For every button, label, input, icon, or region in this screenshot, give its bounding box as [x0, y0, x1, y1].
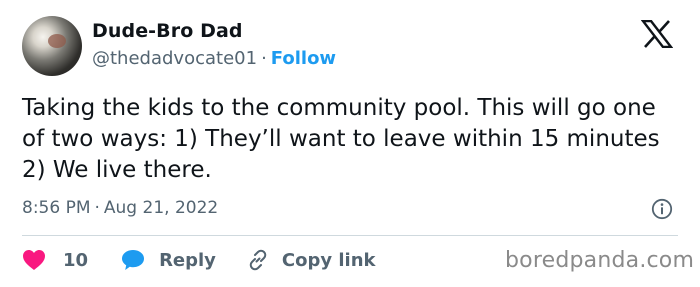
avatar[interactable] [22, 16, 82, 76]
author-handle-row: @thedadvocate01 · Follow [92, 48, 336, 69]
like-button[interactable]: 10 [22, 249, 88, 271]
tweet-text: Taking the kids to the community pool. T… [22, 95, 660, 183]
link-icon [249, 249, 267, 271]
action-bar: 10 Reply Copy link [22, 246, 376, 274]
reply-button[interactable]: Reply [121, 249, 216, 271]
tweet-date: Aug 21, 2022 [103, 198, 219, 218]
divider [22, 235, 678, 236]
author-display-name[interactable]: Dude-Bro Dad [92, 20, 243, 42]
copy-link-label: Copy link [281, 249, 376, 271]
heart-icon [23, 250, 45, 270]
reply-label: Reply [159, 249, 216, 271]
author-handle[interactable]: @thedadvocate01 [92, 48, 257, 69]
info-icon[interactable] [651, 198, 673, 220]
timestamp-separator: · [94, 198, 100, 218]
separator-dot: · [261, 48, 267, 69]
like-count: 10 [63, 249, 89, 271]
x-logo-icon[interactable] [641, 20, 673, 48]
watermark: boredpanda.com [505, 248, 695, 273]
speech-bubble-icon [122, 250, 145, 270]
follow-button[interactable]: Follow [271, 48, 336, 69]
copy-link-button[interactable]: Copy link [246, 248, 376, 272]
tweet-timestamp[interactable]: 8:56 PM · Aug 21, 2022 [22, 198, 218, 218]
tweet-card: Dude-Bro Dad @thedadvocate01 · Follow Taki… [0, 0, 700, 287]
tweet-time: 8:56 PM [22, 198, 91, 218]
